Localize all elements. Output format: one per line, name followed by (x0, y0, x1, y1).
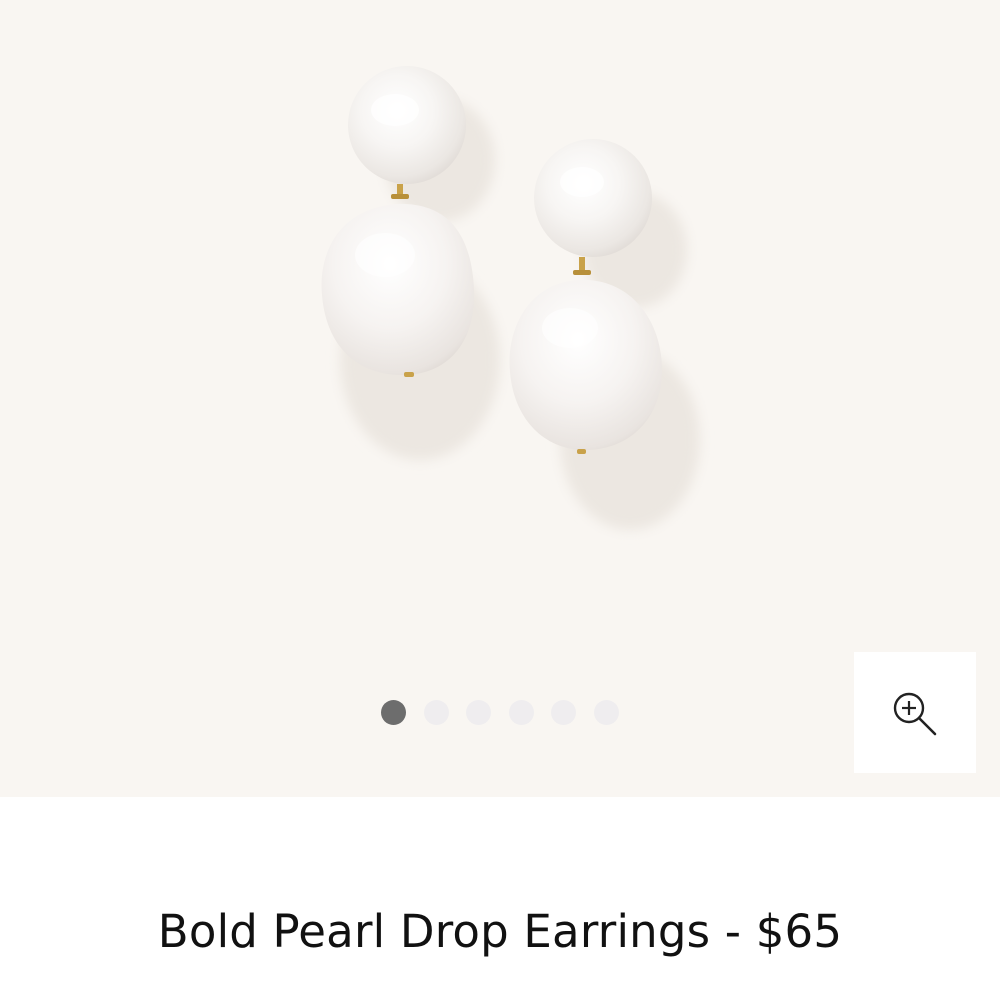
product-image-gallery[interactable] (0, 0, 1000, 797)
carousel-dots (381, 700, 619, 725)
carousel-dot-5[interactable] (551, 700, 576, 725)
zoom-button[interactable] (854, 652, 976, 773)
product-title: Bold Pearl Drop Earrings - $65 (157, 905, 843, 958)
carousel-dot-4[interactable] (508, 700, 534, 725)
carousel-dot-3[interactable] (466, 700, 491, 725)
product-title-area: Bold Pearl Drop Earrings - $65 (0, 905, 1000, 958)
carousel-dot-2[interactable] (423, 700, 449, 725)
product-image[interactable] (0, 0, 1000, 797)
carousel-dot-6[interactable] (593, 700, 619, 725)
zoom-in-icon (893, 692, 937, 735)
left-earring (321, 66, 475, 377)
carousel-dot-1[interactable] (381, 700, 406, 725)
